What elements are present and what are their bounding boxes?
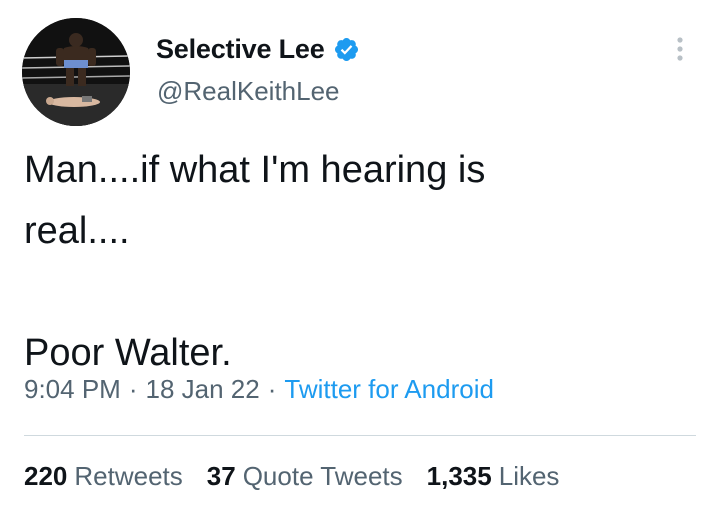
display-name[interactable]: Selective Lee <box>156 34 325 65</box>
quote-tweets-label: Quote Tweets <box>242 461 403 491</box>
meta-separator: · <box>128 374 138 404</box>
likes-stat[interactable]: 1,335 Likes <box>427 461 560 492</box>
tweet-text: Man....if what I'm hearing is real.... P… <box>24 149 486 374</box>
quote-tweets-count: 37 <box>206 461 236 491</box>
likes-count: 1,335 <box>426 461 492 491</box>
divider <box>24 435 696 436</box>
retweets-stat[interactable]: 220 Retweets <box>24 461 183 492</box>
verified-badge-icon <box>333 36 360 63</box>
author-avatar[interactable] <box>22 18 130 126</box>
tweet-time[interactable]: 9:04 PM <box>24 374 121 404</box>
likes-label: Likes <box>498 461 560 491</box>
tweet-source-link[interactable]: Twitter for Android <box>284 374 494 404</box>
tweet-date[interactable]: 18 Jan 22 <box>146 374 260 404</box>
author-handle[interactable]: @RealKeithLee <box>157 76 340 107</box>
retweets-count: 220 <box>24 461 68 491</box>
tweet-meta: 9:04 PM · 18 Jan 22 · Twitter for Android <box>24 374 494 405</box>
author-name-row: Selective Lee <box>156 30 360 68</box>
meta-separator: · <box>267 374 277 404</box>
tweet-card: Selective Lee @RealKeithLee Man....if wh… <box>0 0 720 520</box>
wrestler-photo-avatar-icon <box>22 18 130 126</box>
tweet-stats: 220 Retweets 37 Quote Tweets 1,335 Likes <box>24 461 583 492</box>
more-options-icon[interactable] <box>668 34 692 64</box>
retweets-label: Retweets <box>74 461 183 491</box>
quote-tweets-stat[interactable]: 37 Quote Tweets <box>207 461 403 492</box>
